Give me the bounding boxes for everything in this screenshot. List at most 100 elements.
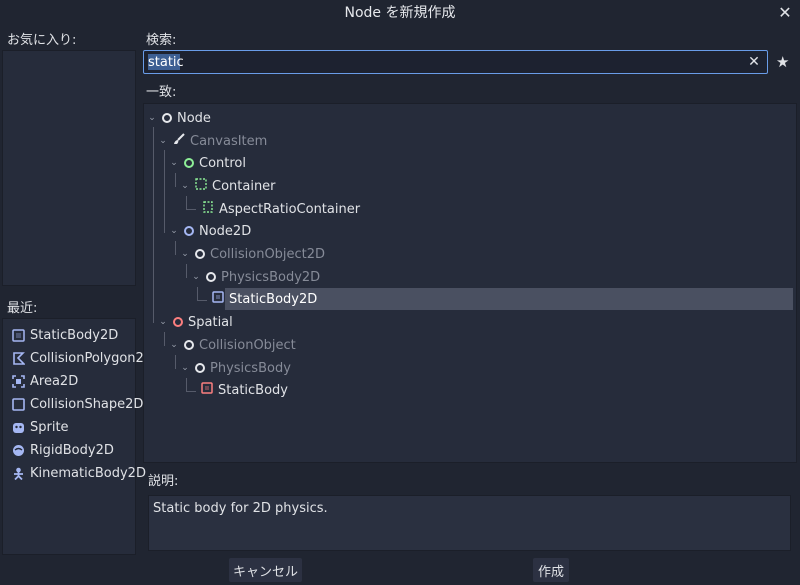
recent-item-label: CollisionPolygon2: [30, 350, 144, 366]
tree-row-collisionobject2d[interactable]: ⌄ CollisionObject2D: [180, 243, 325, 265]
chevron-down-icon[interactable]: ⌄: [180, 181, 190, 191]
brush-icon: [173, 133, 185, 149]
tree-row-label: Container: [212, 178, 276, 194]
tree-row-staticbody[interactable]: StaticBody: [201, 379, 288, 401]
tree-row-label: Control: [199, 155, 246, 171]
chevron-down-icon[interactable]: ⌄: [158, 136, 168, 146]
node2d-icon: [184, 226, 194, 236]
create-button[interactable]: 作成: [533, 558, 569, 582]
chevron-down-icon[interactable]: ⌄: [169, 226, 179, 236]
close-icon[interactable]: ✕: [776, 3, 794, 22]
static-body-2d-icon: [212, 291, 224, 307]
area-icon: [12, 374, 25, 388]
tree-line: [175, 355, 176, 369]
collision-object-2d-icon: [195, 249, 205, 259]
recent-item-collisionpolygon2d[interactable]: CollisionPolygon2: [12, 347, 144, 369]
collision-polygon-icon: [12, 351, 26, 365]
tree-line: [164, 332, 165, 346]
physics-body-2d-icon: [206, 272, 216, 282]
tree-row-label: AspectRatioContainer: [219, 201, 361, 217]
tree-row-collisionobject[interactable]: ⌄ CollisionObject: [169, 334, 296, 356]
matches-label: 一致:: [146, 85, 177, 100]
static-body-icon: [12, 328, 25, 342]
tree-row-container[interactable]: ⌄ Container: [180, 175, 276, 197]
recent-item-label: RigidBody2D: [30, 442, 114, 458]
chevron-down-icon[interactable]: ⌄: [169, 340, 179, 350]
tree-line: [197, 300, 207, 301]
clear-icon[interactable]: ✕: [745, 53, 763, 71]
description-box: Static body for 2D physics.: [148, 495, 791, 551]
recent-item-kinematicbody2d[interactable]: KinematicBody2D: [12, 462, 146, 484]
spatial-icon: [173, 317, 183, 327]
recent-item-staticbody2d[interactable]: StaticBody2D: [12, 324, 118, 346]
star-favorite-icon[interactable]: ★: [776, 53, 789, 71]
tree-row-physicsbody[interactable]: ⌄ PhysicsBody: [180, 357, 291, 379]
recent-item-label: Area2D: [30, 373, 79, 389]
chevron-down-icon[interactable]: ⌄: [169, 158, 179, 168]
tree-row-staticbody2d[interactable]: StaticBody2D: [212, 288, 317, 310]
tree-row-label: CollisionObject2D: [210, 246, 326, 262]
tree-row-label: PhysicsBody: [210, 360, 291, 376]
tree-row-physicsbody2d[interactable]: ⌄ PhysicsBody2D: [191, 266, 320, 288]
search-label: 検索:: [146, 33, 177, 48]
container-icon: [195, 178, 207, 194]
tree-row-control[interactable]: ⌄ Control: [169, 152, 246, 174]
recent-item-label: KinematicBody2D: [30, 465, 146, 481]
sprite-icon: [12, 421, 25, 434]
recent-item-collisionshape2d[interactable]: CollisionShape2D: [12, 393, 143, 415]
description-text: Static body for 2D physics.: [153, 501, 328, 516]
static-body-3d-icon: [201, 382, 213, 398]
tree-row-label: StaticBody: [218, 382, 288, 398]
recent-item-sprite[interactable]: Sprite: [12, 416, 69, 438]
tree-row-label: CanvasItem: [190, 133, 268, 149]
chevron-down-icon[interactable]: ⌄: [158, 317, 168, 327]
recent-item-area2d[interactable]: Area2D: [12, 370, 78, 392]
tree-row-spatial[interactable]: ⌄ Spatial: [158, 311, 233, 333]
tree-line: [186, 391, 196, 392]
cancel-button[interactable]: キャンセル: [229, 558, 302, 582]
tree-row-canvasitem[interactable]: ⌄ CanvasItem: [158, 130, 267, 152]
tree-row-label: Spatial: [188, 314, 233, 330]
collision-shape-icon: [12, 397, 25, 411]
recent-item-label: StaticBody2D: [30, 327, 119, 343]
chevron-down-icon[interactable]: ⌄: [147, 113, 157, 123]
tree-line: [175, 173, 176, 187]
description-label: 説明:: [148, 474, 179, 489]
tree-row-node2d[interactable]: ⌄ Node2D: [169, 220, 251, 242]
search-field[interactable]: ✕: [143, 50, 768, 74]
tree-row-label: CollisionObject: [199, 337, 296, 353]
tree-row-label: StaticBody2D: [229, 291, 318, 307]
tree-line: [186, 209, 196, 210]
favorites-label: お気に入り:: [7, 33, 77, 48]
control-icon: [184, 158, 194, 168]
tree-row-label: Node: [177, 110, 211, 126]
tree-row-node[interactable]: ⌄ Node: [147, 107, 211, 129]
window-title: Node を新規作成: [344, 5, 456, 21]
physics-body-icon: [195, 363, 205, 373]
kinematic-body-icon: [12, 467, 25, 480]
chevron-down-icon[interactable]: ⌄: [180, 249, 190, 259]
tree-line: [153, 127, 154, 323]
chevron-down-icon[interactable]: ⌄: [180, 363, 190, 373]
favorites-panel[interactable]: [2, 50, 136, 286]
tree-line: [186, 196, 187, 210]
tree-line: [197, 287, 198, 300]
tree-row-label: Node2D: [199, 223, 252, 239]
recent-item-label: Sprite: [30, 419, 69, 435]
tree-line: [175, 241, 176, 255]
node-icon: [162, 113, 172, 123]
search-input[interactable]: [148, 54, 728, 70]
tree-row-aspectratiocontainer[interactable]: AspectRatioContainer: [202, 198, 360, 220]
recent-item-label: CollisionShape2D: [30, 396, 144, 412]
recent-item-rigidbody2d[interactable]: RigidBody2D: [12, 439, 114, 461]
collision-object-icon: [184, 340, 194, 350]
tree-line: [164, 150, 165, 233]
tree-line: [186, 264, 187, 278]
tree-line: [186, 378, 187, 391]
chevron-down-icon[interactable]: ⌄: [191, 272, 201, 282]
recent-label: 最近:: [7, 301, 38, 316]
tree-row-label: PhysicsBody2D: [221, 269, 321, 285]
aspect-ratio-container-icon: [202, 201, 214, 217]
title-bar: Node を新規作成 ✕: [0, 0, 800, 24]
recent-panel[interactable]: StaticBody2D CollisionPolygon2 Area2D Co…: [2, 318, 146, 555]
